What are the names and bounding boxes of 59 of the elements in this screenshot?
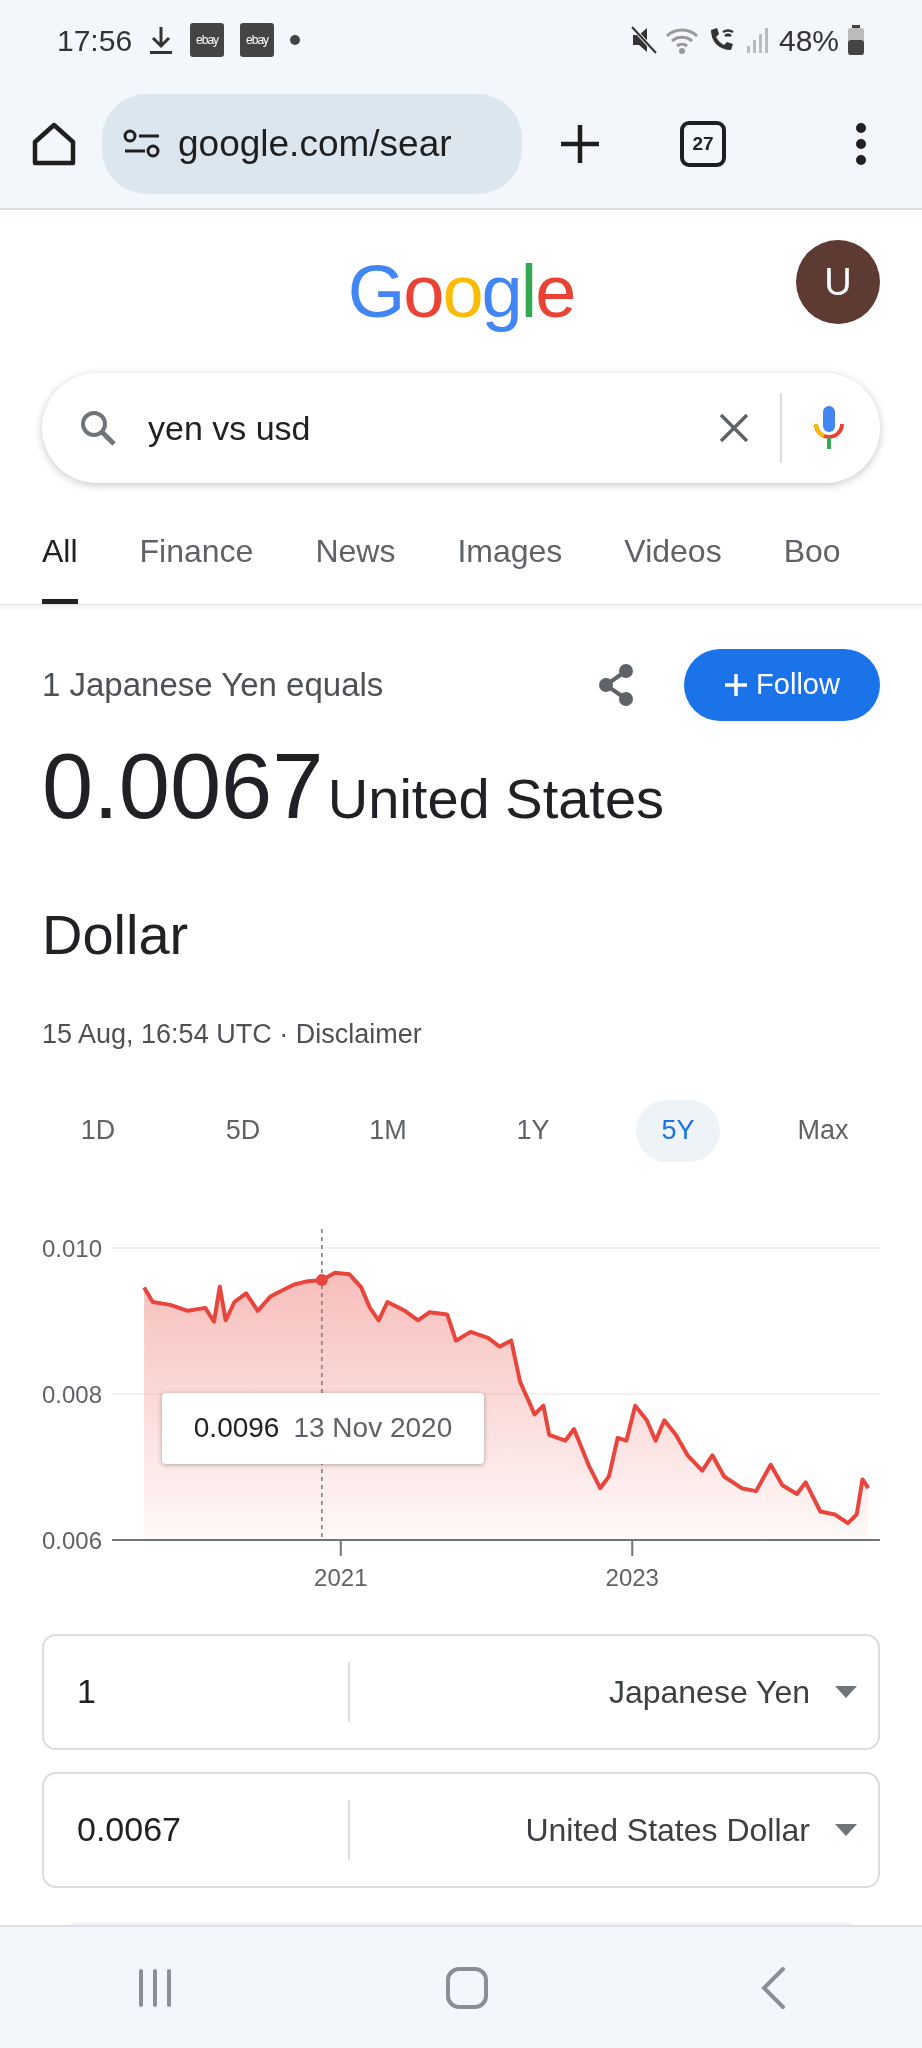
rate-caption: 1 Japanese Yen equals <box>42 665 384 706</box>
battery-percent: 48% <box>778 22 839 59</box>
more-icon[interactable] <box>854 122 868 166</box>
share-icon[interactable] <box>596 663 636 707</box>
range-button[interactable]: 1Y <box>491 1099 575 1162</box>
x-axis-label: 2023 <box>605 1563 659 1591</box>
search-tab[interactable]: Images <box>457 527 563 604</box>
disclaimer-link[interactable]: Disclaimer <box>295 1019 422 1049</box>
currency-dropdown[interactable]: Japanese Yen <box>350 1667 878 1716</box>
currency-label: Japanese Yen <box>608 1672 810 1712</box>
y-axis-label: 0.006 <box>42 1526 103 1554</box>
new-tab-icon[interactable] <box>558 122 602 166</box>
plus-icon <box>724 673 749 697</box>
tooltip-date: 13 Nov 2020 <box>293 1411 453 1445</box>
url-text: google.com/sear <box>178 122 452 167</box>
dropdown-caret-icon <box>834 1684 858 1699</box>
notification-icon: ebay <box>240 23 275 57</box>
currency-label: United States Dollar <box>525 1810 810 1850</box>
signal-icon <box>744 26 771 54</box>
wifi-icon <box>664 26 699 54</box>
range-button[interactable]: 5D <box>201 1099 285 1162</box>
account-avatar[interactable]: U <box>796 240 880 324</box>
search-tab[interactable]: Finance <box>139 527 254 604</box>
follow-button[interactable]: Follow <box>684 649 880 721</box>
search-query[interactable]: yen vs usd <box>148 402 311 454</box>
amount-field[interactable]: 1 <box>44 1661 350 1722</box>
notification-dot-icon <box>290 35 301 45</box>
status-time: 17:56 <box>57 22 133 59</box>
back-icon[interactable] <box>759 1965 787 2010</box>
search-icon <box>78 408 118 448</box>
update-time: 15 Aug, 16:54 UTC · <box>42 1019 289 1049</box>
site-settings-icon <box>122 128 162 160</box>
amount-field[interactable]: 0.0067 <box>44 1799 350 1860</box>
dropdown-caret-icon <box>834 1822 858 1837</box>
search-tab[interactable]: Videos <box>624 527 722 604</box>
home-icon[interactable] <box>30 120 78 168</box>
range-button[interactable]: 5Y <box>636 1099 720 1162</box>
y-axis-label: 0.010 <box>42 1234 103 1262</box>
tab-count-button[interactable]: 27 <box>680 121 726 167</box>
search-tab[interactable]: Boo <box>783 527 841 604</box>
exchange-rate: 0.0067 United States Dollar <box>42 734 666 968</box>
home-button-icon[interactable] <box>445 1965 489 2010</box>
search-field[interactable]: yen vs usd <box>42 373 880 483</box>
tooltip-value: 0.0096 <box>193 1411 280 1445</box>
address-bar[interactable]: google.com/sear <box>102 94 522 194</box>
clear-icon[interactable] <box>718 412 750 444</box>
download-icon <box>148 25 175 55</box>
range-button[interactable]: 1M <box>346 1099 430 1162</box>
notification-icon: ebay <box>190 23 225 57</box>
microphone-icon[interactable] <box>812 404 846 452</box>
search-tab[interactable]: News <box>315 527 396 604</box>
range-button[interactable]: Max <box>781 1099 865 1162</box>
range-button[interactable]: 1D <box>56 1099 140 1162</box>
mute-icon <box>630 26 657 54</box>
currency-dropdown[interactable]: United States Dollar <box>350 1805 878 1854</box>
search-tab[interactable]: All <box>42 527 78 604</box>
battery-icon <box>847 25 865 55</box>
y-axis-label: 0.008 <box>42 1380 103 1408</box>
x-axis-label: 2021 <box>314 1563 368 1591</box>
